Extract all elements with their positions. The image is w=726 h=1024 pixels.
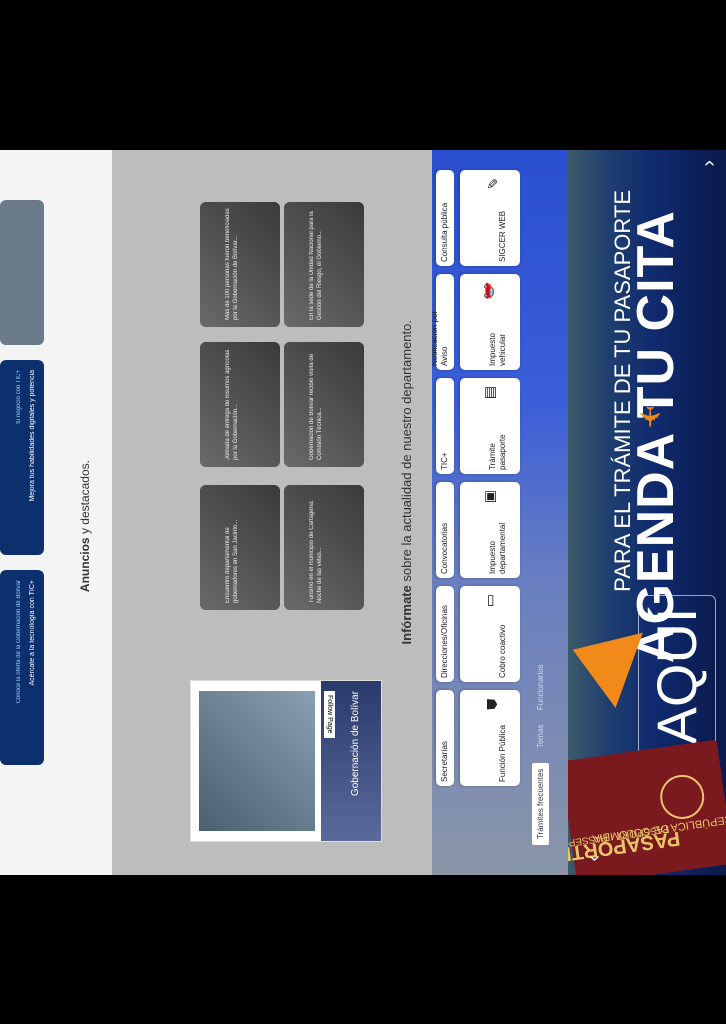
news-image bbox=[284, 485, 364, 610]
news-card[interactable]: Turismo en el municipio de Cartagena: No… bbox=[284, 485, 364, 610]
announcement-card-photo[interactable] bbox=[0, 200, 44, 345]
card-secretarias[interactable]: Secretarías bbox=[436, 690, 454, 786]
card-cobro-coactivo[interactable]: ▭ Cobro coactivo bbox=[460, 586, 520, 682]
page: AGENDA TU CITA AQUÍ PARA EL TRÁMITE DE T… bbox=[0, 150, 726, 875]
chevron-left-icon[interactable]: ‹ bbox=[698, 160, 721, 167]
card-notificacion-aviso[interactable]: Notificación por Aviso bbox=[430, 274, 454, 370]
passport-icon: ▤ bbox=[484, 386, 500, 400]
announcements-heading: Anuncios y destacados. bbox=[78, 460, 92, 593]
card-impuesto-departamental[interactable]: ▣ Impuesto departamental bbox=[460, 482, 520, 578]
facebook-widget[interactable]: Gobernación de Bolívar Follow Page bbox=[190, 680, 382, 842]
facebook-page-name[interactable]: Gobernación de Bolívar bbox=[350, 691, 361, 796]
news-image bbox=[200, 485, 280, 610]
news-image bbox=[200, 202, 280, 327]
receipt-icon: ▣ bbox=[484, 490, 500, 504]
news-card[interactable]: En la sede de la Unidad Nacional para la… bbox=[284, 202, 364, 327]
news-heading: Infórmate sobre la actualidad de nuestro… bbox=[399, 320, 414, 645]
document-pen-icon: ✎ bbox=[484, 178, 500, 190]
person-icon: ☗ bbox=[484, 698, 500, 711]
hero-aqui-box[interactable]: AQUÍ bbox=[638, 595, 716, 757]
card-consulta-publica[interactable]: Consulta pública bbox=[436, 170, 454, 266]
card-impuesto-vehicular[interactable]: 🚗 Impuesto vehicular bbox=[460, 274, 520, 370]
chevron-right-icon[interactable]: › bbox=[583, 855, 606, 862]
facebook-cover: Gobernación de Bolívar Follow Page bbox=[321, 681, 381, 841]
card-sigcer-web[interactable]: ✎ SIGCER WEB bbox=[460, 170, 520, 266]
airplane-icon: ✈ bbox=[634, 405, 665, 429]
hero-banner[interactable]: AGENDA TU CITA AQUÍ PARA EL TRÁMITE DE T… bbox=[568, 150, 726, 875]
car-icon: 🚗 bbox=[484, 282, 500, 300]
folder-icon: ▭ bbox=[484, 594, 500, 608]
card-convocatorias[interactable]: Convocatorias bbox=[436, 482, 454, 578]
news-section: Infórmate sobre la actualidad de nuestro… bbox=[112, 150, 432, 875]
announcements-section: Anuncios y destacados. Mejora tus habili… bbox=[0, 150, 112, 875]
news-card[interactable]: Gobernación de Bolívar recibió visita de… bbox=[284, 342, 364, 467]
tab-tramites-frecuentes[interactable]: Trámites frecuentes bbox=[532, 762, 549, 845]
news-card[interactable]: Encuentro departamental de gobernadores … bbox=[200, 485, 280, 610]
card-tramite-pasaporte[interactable]: ▤ Trámite pasaporte bbox=[460, 378, 520, 474]
frequent-procedures-section: Trámites frecuentes Temas Funcionarios ✎… bbox=[430, 150, 568, 875]
coat-of-arms-icon bbox=[657, 772, 708, 822]
card-tic-plus[interactable]: TIC+ bbox=[436, 378, 454, 474]
card-direcciones-oficinas[interactable]: Direcciones/Oficinas bbox=[436, 586, 454, 682]
announcement-card[interactable]: Acércate a la tecnología con TIC+ Conoce… bbox=[0, 570, 44, 765]
follow-page-button[interactable]: Follow Page bbox=[324, 691, 335, 738]
news-image bbox=[200, 342, 280, 467]
news-image bbox=[284, 202, 364, 327]
news-image bbox=[284, 342, 364, 467]
news-card[interactable]: Jornada de entrega de insumos agrícolas … bbox=[200, 342, 280, 467]
tramites-tabs: Trámites frecuentes Temas Funcionarios bbox=[530, 645, 550, 845]
facebook-photos[interactable] bbox=[199, 691, 315, 831]
card-funcion-publica[interactable]: ☗ Función Pública bbox=[460, 690, 520, 786]
rotated-viewport: AGENDA TU CITA AQUÍ PARA EL TRÁMITE DE T… bbox=[0, 150, 726, 875]
tab-funcionarios[interactable]: Funcionarios bbox=[536, 664, 545, 710]
news-card[interactable]: Más de 100 personas fueron beneficiadas … bbox=[200, 202, 280, 327]
tab-temas[interactable]: Temas bbox=[536, 725, 545, 749]
announcement-card[interactable]: Mejora tus habilidades digitales y poten… bbox=[0, 360, 44, 555]
hero-subtitle: PARA EL TRÁMITE DE TU PASAPORTE bbox=[610, 190, 635, 592]
